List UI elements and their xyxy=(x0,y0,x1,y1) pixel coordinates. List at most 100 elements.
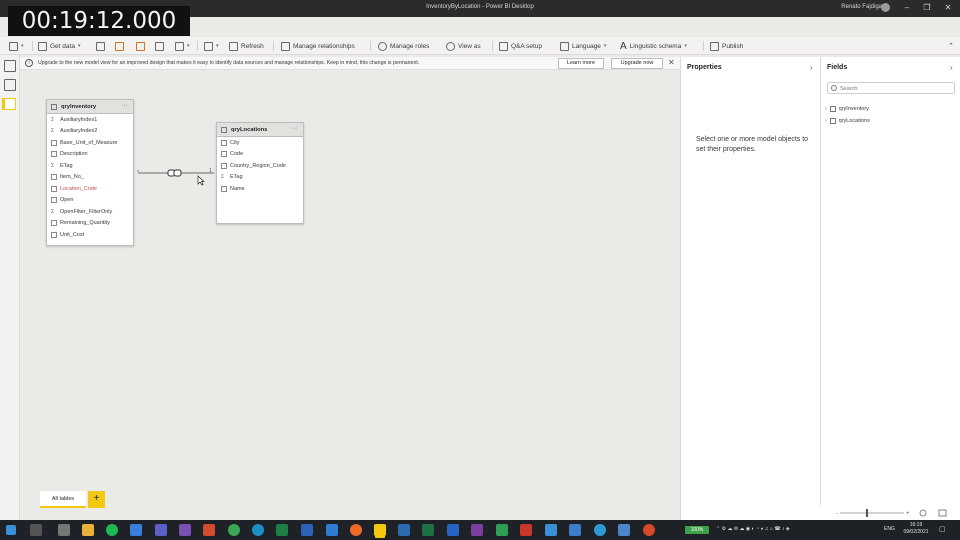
view-as-button[interactable]: View as xyxy=(446,40,481,52)
notifications-icon[interactable]: ▢ xyxy=(939,525,946,533)
start-icon[interactable] xyxy=(6,525,16,535)
user-name[interactable]: Renato Fajdiga xyxy=(841,4,882,10)
search-input[interactable] xyxy=(840,84,950,93)
zoom-slider[interactable]: - + xyxy=(820,505,960,520)
fit-to-page-icon[interactable] xyxy=(919,509,927,517)
excel-button[interactable] xyxy=(96,40,105,52)
maximize-icon[interactable]: ❐ xyxy=(920,2,934,14)
tab-all-tables[interactable]: All tables xyxy=(40,491,86,508)
search-icon[interactable] xyxy=(30,524,42,536)
manage-relationships-button[interactable]: Manage relationships xyxy=(281,40,355,52)
app-icon[interactable] xyxy=(203,524,215,536)
field-row[interactable]: Description xyxy=(47,149,133,161)
table-card-qrylocations[interactable]: qryLocations ··· City Code Country_Region_… xyxy=(216,122,304,224)
outlook-icon[interactable] xyxy=(447,524,459,536)
app-icon[interactable] xyxy=(545,524,557,536)
app-icon[interactable] xyxy=(350,524,362,536)
field-row[interactable]: Σ ETag xyxy=(217,172,303,184)
minimize-icon[interactable]: – xyxy=(900,2,914,14)
spotify-icon[interactable] xyxy=(106,524,118,536)
close-banner-icon[interactable]: ✕ xyxy=(668,58,675,67)
add-page-button[interactable]: + xyxy=(88,491,105,508)
close-icon[interactable]: ✕ xyxy=(941,2,955,14)
field-row[interactable]: Base_Unit_of_Measure xyxy=(47,137,133,149)
field-row[interactable]: Name xyxy=(217,183,303,195)
zoom-thumb[interactable] xyxy=(866,509,868,517)
field-row[interactable]: Unit_Cost xyxy=(47,229,133,241)
fields-table-item[interactable]: › qryLocations xyxy=(825,116,870,126)
field-row[interactable]: Location_Code xyxy=(47,183,133,195)
field-row[interactable]: Code xyxy=(217,149,303,161)
zoom-out-icon[interactable]: - xyxy=(836,511,838,517)
file-explorer-icon[interactable] xyxy=(82,524,94,536)
relationship-line[interactable]: * 1 xyxy=(134,163,218,183)
field-row[interactable]: Remaining_Quantity xyxy=(47,218,133,230)
field-row[interactable]: Item_No_ xyxy=(47,172,133,184)
zoom-in-icon[interactable]: + xyxy=(906,511,910,517)
app-icon[interactable] xyxy=(496,524,508,536)
learn-more-button[interactable]: Learn more xyxy=(558,58,604,69)
app-icon[interactable] xyxy=(618,524,630,536)
field-row[interactable]: Σ AuxiliaryIndex1 xyxy=(47,114,133,126)
manage-roles-button[interactable]: Manage roles xyxy=(378,40,429,52)
vscode-icon[interactable] xyxy=(326,524,338,536)
field-row[interactable]: Σ OpenFilter_FilterOnly xyxy=(47,206,133,218)
excel-icon[interactable] xyxy=(422,524,434,536)
app-icon[interactable] xyxy=(520,524,532,536)
field-row[interactable]: Σ AuxiliaryIndex2 xyxy=(47,126,133,138)
language-button[interactable]: Language ▾ xyxy=(560,40,606,52)
chevron-right-icon[interactable]: › xyxy=(950,63,953,72)
collapse-ribbon-button[interactable]: ⌃ xyxy=(948,40,954,52)
data-view-icon[interactable] xyxy=(4,79,16,91)
refresh-button[interactable]: Refresh xyxy=(229,40,264,52)
publish-button[interactable]: Publish xyxy=(710,40,743,52)
app-icon[interactable] xyxy=(301,524,313,536)
task-view-icon[interactable] xyxy=(58,524,70,536)
app-icon[interactable] xyxy=(643,524,655,536)
linguistic-schema-button[interactable]: A Linguistic schema ▾ xyxy=(620,40,687,52)
field-row[interactable]: Σ ETag xyxy=(47,160,133,172)
fields-table-item[interactable]: › qryInventory xyxy=(825,104,869,114)
battery-indicator[interactable]: 100% xyxy=(685,526,709,534)
model-canvas[interactable]: qryInventory ··· Σ AuxiliaryIndex1 Σ Auxili… xyxy=(20,71,680,491)
zoom-app-icon[interactable] xyxy=(130,524,142,536)
clock[interactable]: 16:19 09/02/2021 xyxy=(899,522,933,536)
telegram-icon[interactable] xyxy=(594,524,606,536)
chevron-right-icon[interactable]: › xyxy=(810,63,813,72)
field-row[interactable]: City xyxy=(217,137,303,149)
dataflow-button[interactable] xyxy=(136,40,145,52)
edge-icon[interactable] xyxy=(252,524,264,536)
paste-button[interactable]: ▾ xyxy=(9,40,24,52)
table-card-header[interactable]: qryInventory ··· xyxy=(47,100,133,114)
app-icon[interactable] xyxy=(179,524,191,536)
table-card-qryinventory[interactable]: qryInventory ··· Σ AuxiliaryIndex1 Σ Auxili… xyxy=(46,99,134,246)
more-options-icon[interactable]: ··· xyxy=(291,125,298,132)
chevron-right-icon[interactable]: › xyxy=(825,106,827,112)
power-bi-icon[interactable] xyxy=(374,524,386,536)
transform-button[interactable]: ▾ xyxy=(204,40,219,52)
field-row[interactable]: Open xyxy=(47,195,133,207)
report-view-icon[interactable] xyxy=(4,60,16,72)
teams-icon[interactable] xyxy=(155,524,167,536)
qa-setup-button[interactable]: Q&A setup xyxy=(499,40,542,52)
get-data-button[interactable]: Get data ▾ xyxy=(38,40,80,52)
tray-icons[interactable]: ⌃ ⚙ ☁ ✉ ☁ ◉ ◐ ◔ ◕ ♫ ⌂ ☎ ♪ ◈ xyxy=(716,526,790,532)
app-icon[interactable] xyxy=(398,524,410,536)
app-icon[interactable] xyxy=(471,524,483,536)
chevron-right-icon[interactable]: › xyxy=(825,118,827,124)
table-card-header[interactable]: qryLocations ··· xyxy=(217,123,303,137)
avatar[interactable] xyxy=(881,3,890,12)
fields-search[interactable] xyxy=(827,82,955,94)
fullscreen-icon[interactable] xyxy=(938,509,947,517)
model-view-icon[interactable] xyxy=(4,98,16,110)
app-icon[interactable] xyxy=(276,524,288,536)
enter-data-button[interactable]: ▾ xyxy=(175,40,190,52)
upgrade-now-button[interactable]: Upgrade now xyxy=(611,58,663,69)
chrome-icon[interactable] xyxy=(228,524,240,536)
sql-button[interactable] xyxy=(155,40,164,52)
language-indicator[interactable]: ENG xyxy=(884,526,895,532)
dataset-button[interactable] xyxy=(115,40,124,52)
field-row[interactable]: Country_Region_Code xyxy=(217,160,303,172)
app-icon[interactable] xyxy=(569,524,581,536)
more-options-icon[interactable]: ··· xyxy=(121,102,128,109)
